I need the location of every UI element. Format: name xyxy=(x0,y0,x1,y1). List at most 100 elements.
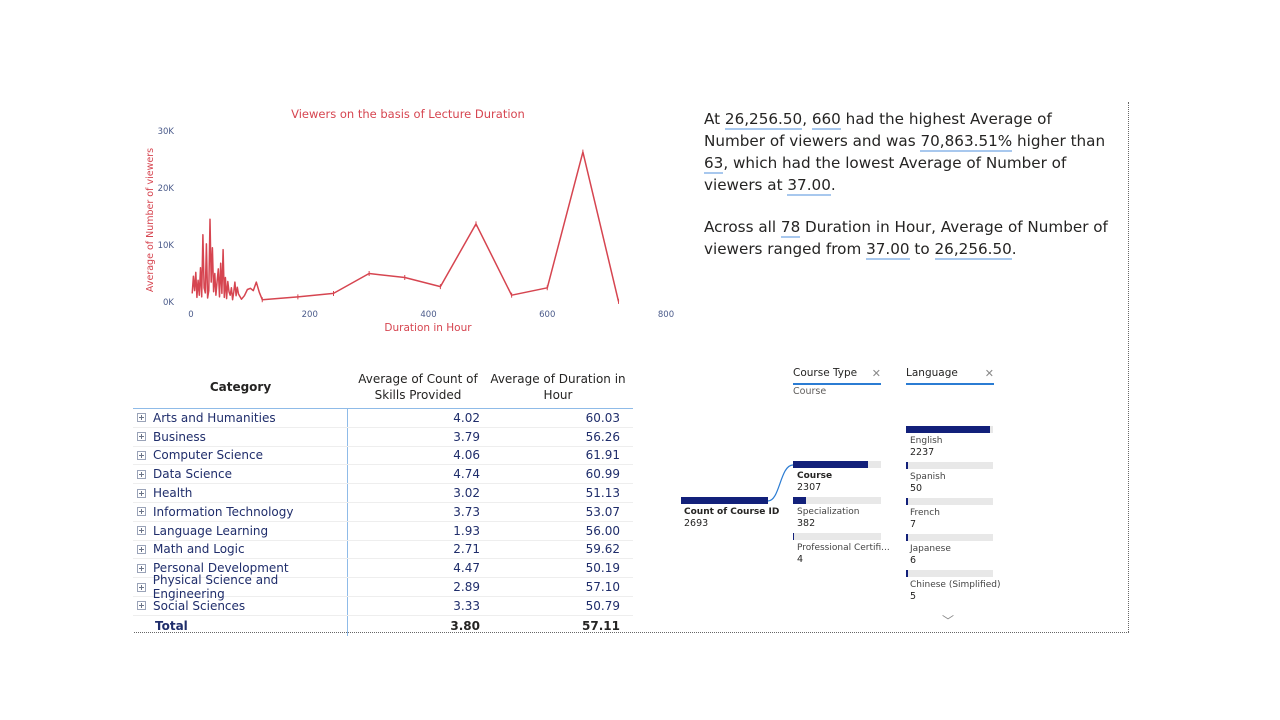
cell-skills: 2.89 xyxy=(453,580,480,595)
narrative-value[interactable]: 63 xyxy=(704,154,724,174)
node-value: 2237 xyxy=(910,447,935,458)
cell-duration: 56.00 xyxy=(585,523,620,538)
header-duration[interactable]: Average of Duration in Hour xyxy=(488,371,628,403)
narrative-text: . xyxy=(830,176,836,194)
header-skills[interactable]: Average of Count of Skills Provided xyxy=(348,371,488,403)
category-label: Language Learning xyxy=(153,523,269,538)
table-row[interactable]: Social Sciences 3.33 50.79 xyxy=(133,596,633,616)
node-bar xyxy=(906,534,993,541)
narrative-text: , which had the lowest Average of Number… xyxy=(704,154,1067,194)
expand-icon[interactable] xyxy=(137,432,146,442)
category-label: Arts and Humanities xyxy=(153,410,276,425)
expand-icon[interactable] xyxy=(137,488,146,498)
narrative-paragraph-2: Across all 78 Duration in Hour, Average … xyxy=(704,216,1114,260)
table-row[interactable]: Health 3.02 51.13 xyxy=(133,484,633,503)
cell-skills: 3.33 xyxy=(453,598,480,613)
node-bar-fill xyxy=(906,534,908,541)
header-skills-line2: Skills Provided xyxy=(374,388,462,402)
root-label: Count of Course ID xyxy=(684,507,780,517)
table-row[interactable]: Computer Science 4.06 61.91 xyxy=(133,446,633,466)
node-bar-fill xyxy=(906,426,991,433)
table-row[interactable]: Math and Logic 2.71 59.62 xyxy=(133,540,633,560)
node-value: 6 xyxy=(910,555,917,566)
cell-skills: 4.74 xyxy=(453,467,480,482)
header-duration-line1: Average of Duration in xyxy=(490,372,626,386)
y-tick-label: 10K xyxy=(158,241,175,251)
row-category: Arts and Humanities xyxy=(133,409,348,427)
matrix-total-row: Total 3.80 57.11 xyxy=(133,615,633,636)
series-layer xyxy=(191,149,620,304)
category-label: Computer Science xyxy=(153,448,263,463)
matrix-body: Arts and Humanities 4.02 60.03 Business 3.79… xyxy=(133,409,633,616)
smart-narrative: At 26,256.50, 660 had the highest Averag… xyxy=(704,108,1114,280)
y-tick-label: 30K xyxy=(158,127,175,137)
node-bar xyxy=(793,497,881,504)
node-bar-fill xyxy=(793,497,806,504)
node-value: 2307 xyxy=(797,482,822,493)
x-tick-label: 400 xyxy=(420,310,436,320)
node-bar-fill xyxy=(906,462,908,469)
narrative-value[interactable]: 37.00 xyxy=(866,240,910,260)
expand-icon[interactable] xyxy=(137,450,146,460)
node-label: English xyxy=(910,436,943,446)
cell-skills: 2.71 xyxy=(453,542,480,557)
table-row[interactable]: Business 3.79 56.26 xyxy=(133,427,633,447)
expand-icon[interactable] xyxy=(137,526,146,536)
table-row[interactable]: Data Science 4.74 60.99 xyxy=(133,465,633,485)
cell-duration: 56.26 xyxy=(585,429,620,444)
visual-border-right xyxy=(1128,102,1129,632)
node-bar xyxy=(793,461,881,468)
node-label: Professional Certifi... xyxy=(797,543,890,553)
narrative-paragraph-1: At 26,256.50, 660 had the highest Averag… xyxy=(704,108,1114,196)
category-label: Health xyxy=(153,486,193,501)
narrative-text: Across all xyxy=(704,218,781,236)
narrative-value[interactable]: 26,256.50 xyxy=(934,240,1012,260)
x-tick-label: 600 xyxy=(539,310,555,320)
y-axis-label: Average of Number of viewers xyxy=(145,148,156,292)
x-tick-label: 800 xyxy=(658,310,674,320)
table-row[interactable]: Information Technology 3.73 53.07 xyxy=(133,502,633,522)
cell-skills: 1.93 xyxy=(453,523,480,538)
table-row[interactable]: Physical Science and Engineering 2.89 57.1… xyxy=(133,573,633,601)
line-chart[interactable]: Viewers on the basis of Lecture Duration… xyxy=(134,100,694,350)
node-bar-fill xyxy=(793,461,869,468)
expand-icon[interactable] xyxy=(137,563,146,573)
narrative-text: At xyxy=(704,110,725,128)
row-category: Math and Logic xyxy=(133,540,348,559)
series-line[interactable] xyxy=(191,151,620,302)
y-tick-label: 20K xyxy=(158,184,175,194)
narrative-value[interactable]: 26,256.50 xyxy=(724,110,803,130)
chevron-down-icon[interactable]: ﹀ xyxy=(942,612,954,629)
decomposition-tree[interactable]: Course Type ✕ Course Language ✕ Count of… xyxy=(680,364,1010,629)
cell-skills: 3.02 xyxy=(453,486,480,501)
total-skills: 3.80 xyxy=(450,618,480,633)
row-category: Data Science xyxy=(133,465,348,484)
row-category: Language Learning xyxy=(133,521,348,540)
root-bar xyxy=(681,497,768,504)
expand-icon[interactable] xyxy=(137,413,146,423)
expand-icon[interactable] xyxy=(137,544,146,554)
node-bar-fill xyxy=(906,570,908,577)
expand-icon[interactable] xyxy=(137,469,146,479)
header-duration-line2: Hour xyxy=(543,388,573,402)
category-label: Data Science xyxy=(153,467,232,482)
cell-skills: 3.73 xyxy=(453,504,480,519)
node-bar xyxy=(793,533,881,540)
category-label: Social Sciences xyxy=(153,598,246,613)
narrative-value[interactable]: 660 xyxy=(811,110,841,130)
narrative-value[interactable]: 78 xyxy=(780,218,801,238)
cell-duration: 51.13 xyxy=(585,486,620,501)
expand-icon[interactable] xyxy=(137,507,146,517)
header-category[interactable]: Category xyxy=(133,380,348,394)
table-row[interactable]: Arts and Humanities 4.02 60.03 xyxy=(133,409,633,428)
narrative-value[interactable]: 37.00 xyxy=(787,176,831,196)
node-value: 382 xyxy=(797,518,816,529)
row-category: Social Sciences xyxy=(133,596,348,615)
narrative-value[interactable]: 70,863.51% xyxy=(920,132,1013,152)
cell-skills: 4.02 xyxy=(453,410,480,425)
row-category: Physical Science and Engineering xyxy=(133,573,348,601)
table-row[interactable]: Language Learning 1.93 56.00 xyxy=(133,521,633,541)
expand-icon[interactable] xyxy=(137,582,146,592)
cell-duration: 59.62 xyxy=(585,542,620,557)
expand-icon[interactable] xyxy=(137,601,146,611)
